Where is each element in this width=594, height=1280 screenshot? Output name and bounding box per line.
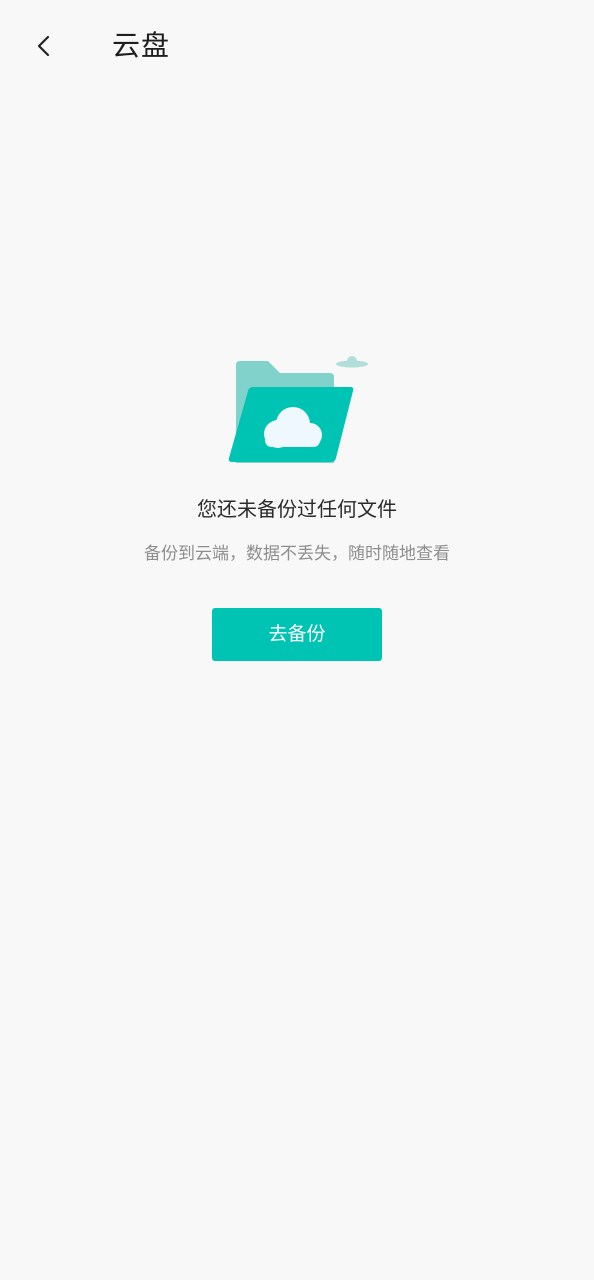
cloud-folder-icon: [228, 356, 368, 463]
empty-state-title: 您还未备份过任何文件: [197, 497, 397, 521]
page-title: 云盘: [112, 29, 171, 62]
empty-state-subtitle: 备份到云端，数据不丢失，随时随地查看: [144, 544, 450, 564]
top-app-bar: 云盘: [0, 0, 594, 96]
back-button[interactable]: [22, 24, 66, 68]
go-backup-button[interactable]: 去备份: [212, 608, 382, 661]
chevron-left-icon: [37, 35, 50, 57]
